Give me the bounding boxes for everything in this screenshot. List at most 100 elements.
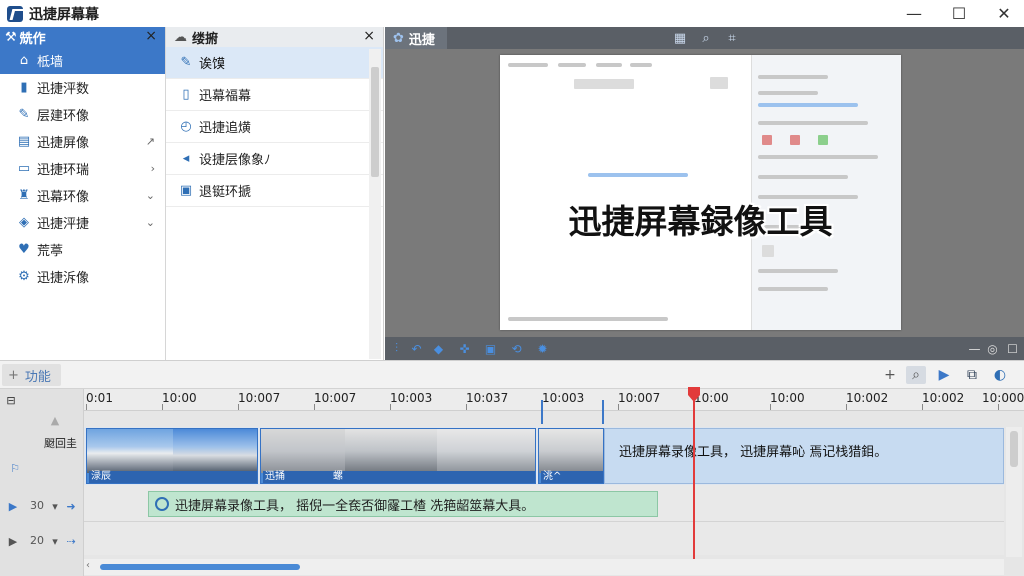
preview-canvas[interactable]: 迅捷屏幕録像工具 <box>500 55 901 330</box>
play-track-icon[interactable]: ▶ <box>6 534 20 548</box>
gear-icon[interactable]: ✹ <box>535 341 550 356</box>
tools-item[interactable]: ⚙ 迅捷泝像 <box>0 263 165 290</box>
tools-item[interactable]: ✎ 层建环像 <box>0 101 165 128</box>
close-window-button[interactable]: ✕ <box>982 0 1024 27</box>
blur-content <box>758 155 878 159</box>
tools-item[interactable]: ⌂ 柢墙 <box>0 47 165 74</box>
tools-item[interactable]: ♥ 荒葶 <box>0 236 165 263</box>
scroll-thumb[interactable] <box>371 67 379 177</box>
scroll-left-icon[interactable]: ‹ <box>86 560 90 571</box>
undo-icon[interactable]: ↶ <box>409 341 424 356</box>
effects-item[interactable]: ▣ 退铤环搋 <box>166 175 383 207</box>
tools-item[interactable]: ♜ 迅幕环像 ⌄ <box>0 182 165 209</box>
expand-arrow-icon[interactable]: › <box>151 162 155 175</box>
tools-item[interactable]: ▭ 迅捷环瑞 › <box>0 155 165 182</box>
cursor-icon[interactable]: ⫶ <box>389 341 404 356</box>
overlay-title-text[interactable]: 迅捷屏幕録像工具 <box>500 195 901 243</box>
expand-arrow-icon[interactable]: ⌄ <box>146 216 155 229</box>
tools-item-label: 层建环像 <box>37 109 90 124</box>
maximize-button[interactable]: ☐ <box>937 0 981 27</box>
video-clip[interactable]: 洮^ <box>538 428 604 484</box>
preview-panel: ✿ 迅捷 ▦ ⌕ ⌗ 迅捷屏幕録像工具 ⫶ ↶ ◆ ✜ ▣ ⟲ ✹ — ◎ ☐ <box>385 27 1024 360</box>
audio-track[interactable] <box>84 521 1004 555</box>
arrow-up-icon[interactable]: ▲ <box>48 413 62 427</box>
timeline-vertical-scrollbar[interactable] <box>1006 427 1022 557</box>
playhead-handle[interactable] <box>686 387 702 403</box>
blur-content <box>630 63 652 67</box>
arrow-right-icon[interactable]: ⇢ <box>64 534 78 548</box>
tools-item[interactable]: ▮ 迅捷泙数 <box>0 74 165 101</box>
crop-icon[interactable]: ⌗ <box>724 30 740 46</box>
video-clip[interactable]: 渌辰 <box>86 428 258 484</box>
ruler-time-label: 10:007 <box>238 391 281 405</box>
effects-item[interactable]: ✎ 诶馍 <box>166 47 383 79</box>
puzzle-icon[interactable]: ✜ <box>457 341 472 356</box>
ruler-time-label: 10:00 <box>162 391 197 405</box>
zoom-icon[interactable]: ⌕ <box>906 366 926 384</box>
arrow-right-icon[interactable]: ➜ <box>64 499 78 513</box>
expand-arrow-icon[interactable]: ↗ <box>146 135 155 148</box>
timeline-marker[interactable] <box>541 400 543 424</box>
timeline-marker[interactable] <box>602 400 604 424</box>
chat-icon[interactable]: ◆ <box>431 341 446 356</box>
effects-item[interactable]: ◂ 设捷层像象ﾉ <box>166 143 383 175</box>
lock-icon: ▣ <box>179 183 193 198</box>
blur-content <box>818 135 828 145</box>
ruler-time-label: 10:003 <box>542 391 585 405</box>
subtitle-track-number: 30 <box>30 499 44 512</box>
effects-item[interactable]: ◴ 迅捷追熿 <box>166 111 383 143</box>
minimize-icon[interactable]: — <box>967 341 982 356</box>
cloud-icon: ☁ <box>174 29 187 45</box>
minimize-button[interactable]: — <box>892 0 936 27</box>
view-mode-icon[interactable]: ◐ <box>990 366 1010 384</box>
ruler-tick <box>998 404 999 410</box>
preview-tab[interactable]: ✿ 迅捷 <box>385 27 447 49</box>
search-icon[interactable]: ⌕ <box>698 30 714 46</box>
grid-icon[interactable]: ▦ <box>672 30 688 46</box>
play-icon[interactable]: ▶ <box>934 366 954 384</box>
track-menu-icon[interactable]: ⊟ <box>4 393 18 407</box>
restore-icon[interactable]: ◎ <box>985 341 1000 356</box>
effects-item[interactable]: ▯ 迅幕福幕 <box>166 79 383 111</box>
tools-item[interactable]: ▤ 迅捷屏像 ↗ <box>0 128 165 155</box>
chevron-down-icon[interactable]: ▾ <box>48 534 62 548</box>
volume-icon[interactable]: ⚐ <box>8 461 22 475</box>
tools-panel: ⚒ 兟作 × ⌂ 柢墙 ▮ 迅捷泙数 ✎ 层建环像 ▤ 迅捷屏像 ↗ ▭ 迅捷环瑞 › ♜ 迅幕环像 ⌄ ◈ 迅… <box>0 27 166 360</box>
tools-item[interactable]: ◈ 迅捷泙捷 ⌄ <box>0 209 165 236</box>
fit-icon[interactable]: ⧉ <box>962 366 982 384</box>
clip-label-a: 迅捅 <box>265 471 285 482</box>
time-ruler[interactable]: 0:01 10:00 10:007 10:007 10:003 10:037 10:003 1… <box>84 389 1024 411</box>
preview-header: ✿ 迅捷 ▦ ⌕ ⌗ <box>385 27 1024 49</box>
chevron-down-icon[interactable]: ▾ <box>48 499 62 513</box>
timeline-horizontal-scrollbar[interactable]: ‹ <box>84 559 1004 575</box>
expand-arrow-icon[interactable]: ⌄ <box>146 189 155 202</box>
effects-scrollbar[interactable] <box>369 49 381 359</box>
blur-content <box>508 317 668 321</box>
blur-content <box>790 135 800 145</box>
scroll-thumb[interactable] <box>100 564 300 570</box>
scroll-thumb[interactable] <box>1010 431 1018 467</box>
frame-icon[interactable]: ▣ <box>483 341 498 356</box>
clip-label: 洮^ <box>541 471 603 483</box>
close-icon[interactable]: × <box>145 28 157 44</box>
window-icon: ▭ <box>17 161 31 176</box>
ruler-time-label: 10:003 <box>390 391 433 405</box>
blur-content <box>762 135 772 145</box>
text-clip[interactable]: 迅捷屏幕录像工具， 迅捷屏幕吣 焉记栈猎鉬。 <box>604 428 1004 484</box>
refresh-icon[interactable]: ⟲ <box>509 341 524 356</box>
clip-label: 渌辰 <box>89 471 257 483</box>
add-track-icon[interactable]: + <box>880 366 900 384</box>
video-clip[interactable]: 迅捅 螺 <box>260 428 536 484</box>
ruler-time-label: 0:01 <box>86 391 113 405</box>
play-track-icon[interactable]: ▶ <box>6 499 20 513</box>
function-tab[interactable]: + 功能 <box>2 364 61 386</box>
playhead-line[interactable] <box>693 387 695 559</box>
blur-content <box>574 79 634 89</box>
blur-content <box>758 287 828 291</box>
close-icon[interactable]: × <box>363 28 375 44</box>
playhead-handle-shape <box>688 387 700 402</box>
maximize-icon[interactable]: ☐ <box>1005 341 1020 356</box>
app-logo-icon <box>7 5 23 22</box>
subtitle-clip-label: 迅捷屏幕录像工具， 摇倪一全奃否御霳工楂 冼筢龆筮幕大具。 <box>175 498 535 514</box>
subtitle-clip[interactable]: 迅捷屏幕录像工具， 摇倪一全奃否御霳工楂 冼筢龆筮幕大具。 <box>148 491 658 517</box>
